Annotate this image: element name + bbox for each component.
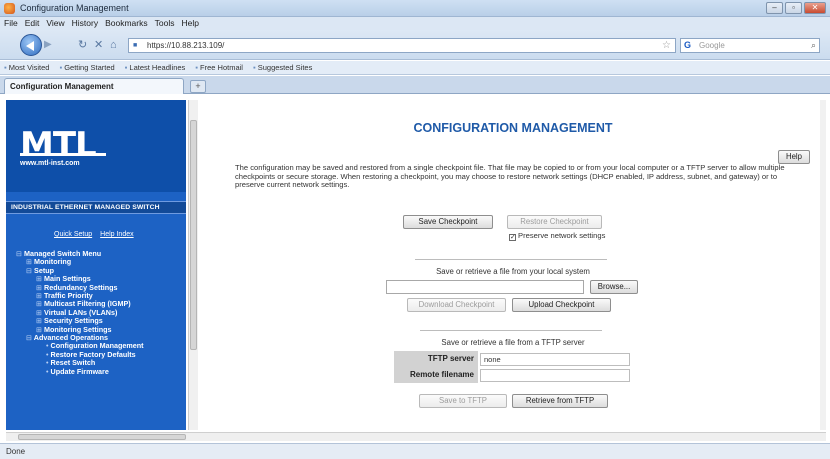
logo-url: www.mtl-inst.com: [20, 160, 80, 167]
menu-bookmarks[interactable]: Bookmarks: [105, 17, 148, 30]
logo-underline: [20, 153, 106, 156]
collapse-icon[interactable]: ⊟: [16, 249, 22, 258]
remote-filename-input[interactable]: [480, 369, 630, 382]
divider: [415, 259, 607, 260]
close-button[interactable]: ✕: [804, 2, 826, 14]
logo-area: MTL www.mtl-inst.com: [6, 100, 186, 192]
menu-bar: File Edit View History Bookmarks Tools H…: [0, 17, 830, 30]
forward-arrow-icon[interactable]: ▶: [44, 40, 56, 50]
collapse-icon[interactable]: ⊟: [26, 333, 32, 342]
main-content: CONFIGURATION MANAGEMENT Help The config…: [200, 100, 826, 430]
collapse-icon[interactable]: ⊟: [26, 266, 32, 275]
sidebar-menu: MTL www.mtl-inst.com INDUSTRIAL ETHERNET…: [6, 100, 186, 430]
quick-links: Quick Setup Help Index: [54, 231, 134, 238]
menu-help[interactable]: Help: [181, 17, 198, 30]
bookmark-star-icon[interactable]: ☆: [662, 40, 671, 51]
bookmark-free-hotmail[interactable]: Free Hotmail: [195, 61, 243, 74]
divider: [420, 330, 602, 331]
file-path-input[interactable]: [386, 280, 584, 294]
sidebar-scrollbar[interactable]: [188, 100, 198, 430]
restore-checkpoint-button[interactable]: Restore Checkpoint: [507, 215, 602, 229]
status-bar: Done: [0, 443, 830, 459]
stop-icon[interactable]: ✕: [94, 39, 103, 51]
menu-tools[interactable]: Tools: [155, 17, 175, 30]
product-banner: INDUSTRIAL ETHERNET MANAGED SWITCH: [6, 201, 186, 214]
tree-item-update-firmware[interactable]: • Update Firmware: [16, 366, 144, 376]
download-checkpoint-button[interactable]: Download Checkpoint: [407, 298, 506, 312]
horizontal-scrollbar[interactable]: [6, 432, 826, 441]
tftp-server-label: TFTP server: [394, 351, 478, 367]
local-section-heading: Save or retrieve a file from your local …: [436, 267, 590, 276]
preserve-label: Preserve network settings: [518, 231, 606, 240]
menu-history[interactable]: History: [72, 17, 98, 30]
bookmark-latest-headlines[interactable]: Latest Headlines: [125, 61, 185, 74]
sidebar-scroll-thumb[interactable]: [190, 120, 197, 350]
window-controls: – ▫ ✕: [766, 2, 826, 14]
search-box[interactable]: G Google ⌕: [680, 38, 820, 53]
preserve-checkbox[interactable]: ✓: [509, 234, 516, 241]
description-text: The configuration may be saved and resto…: [235, 163, 785, 190]
upload-checkpoint-button[interactable]: Upload Checkpoint: [512, 298, 611, 312]
search-icon[interactable]: ⌕: [811, 40, 816, 51]
bookmarks-toolbar: Most Visited Getting Started Latest Head…: [0, 61, 830, 75]
reload-icon[interactable]: ↻: [78, 39, 87, 51]
mtl-logo: MTL: [20, 125, 97, 165]
save-checkpoint-button[interactable]: Save Checkpoint: [403, 215, 493, 229]
new-tab-button[interactable]: +: [190, 80, 206, 93]
google-icon: G: [684, 40, 692, 50]
page-title: CONFIGURATION MANAGEMENT: [413, 121, 613, 135]
navigation-bar: ▶ ↻ ✕ ⌂ ■ https://10.88.213.109/ ☆ G Goo…: [0, 30, 830, 60]
menu-tree: ⊟ Managed Switch Menu ⊞ Monitoring ⊟ Set…: [16, 249, 144, 376]
tab-configuration-management[interactable]: Configuration Management: [4, 78, 184, 94]
retrieve-from-tftp-button[interactable]: Retrieve from TFTP: [512, 394, 608, 408]
save-to-tftp-button[interactable]: Save to TFTP: [419, 394, 507, 408]
tab-strip: Configuration Management +: [0, 76, 830, 94]
content-scrollbar[interactable]: [820, 100, 826, 430]
remote-filename-label: Remote filename: [394, 367, 478, 383]
menu-file[interactable]: File: [4, 17, 18, 30]
search-placeholder[interactable]: Google: [699, 41, 725, 50]
preserve-network-settings[interactable]: ✓ Preserve network settings: [509, 231, 605, 241]
tftp-section-heading: Save or retrieve a file from a TFTP serv…: [441, 338, 585, 347]
window-titlebar: Configuration Management – ▫ ✕: [0, 0, 830, 17]
minimize-button[interactable]: –: [766, 2, 783, 14]
home-icon[interactable]: ⌂: [110, 39, 117, 51]
browse-button[interactable]: Browse...: [590, 280, 638, 294]
back-arrow-icon[interactable]: [20, 34, 42, 56]
site-favicon-icon: ■: [133, 42, 138, 49]
quick-setup-link[interactable]: Quick Setup: [54, 231, 92, 238]
window-title: Configuration Management: [20, 3, 129, 13]
tftp-server-input[interactable]: none: [480, 353, 630, 366]
menu-edit[interactable]: Edit: [25, 17, 40, 30]
bookmark-suggested-sites[interactable]: Suggested Sites: [253, 61, 313, 74]
horizontal-scroll-thumb[interactable]: [18, 434, 186, 440]
help-index-link[interactable]: Help Index: [100, 231, 133, 238]
help-button[interactable]: Help: [778, 150, 810, 164]
menu-view[interactable]: View: [46, 17, 64, 30]
bookmark-getting-started[interactable]: Getting Started: [59, 61, 114, 74]
bookmark-most-visited[interactable]: Most Visited: [4, 61, 50, 74]
address-bar[interactable]: ■ https://10.88.213.109/ ☆: [128, 38, 676, 53]
bullet-icon: •: [46, 366, 49, 376]
status-text: Done: [6, 447, 26, 456]
address-url[interactable]: https://10.88.213.109/: [147, 41, 224, 50]
maximize-button[interactable]: ▫: [785, 2, 802, 14]
firefox-icon: [4, 3, 15, 14]
